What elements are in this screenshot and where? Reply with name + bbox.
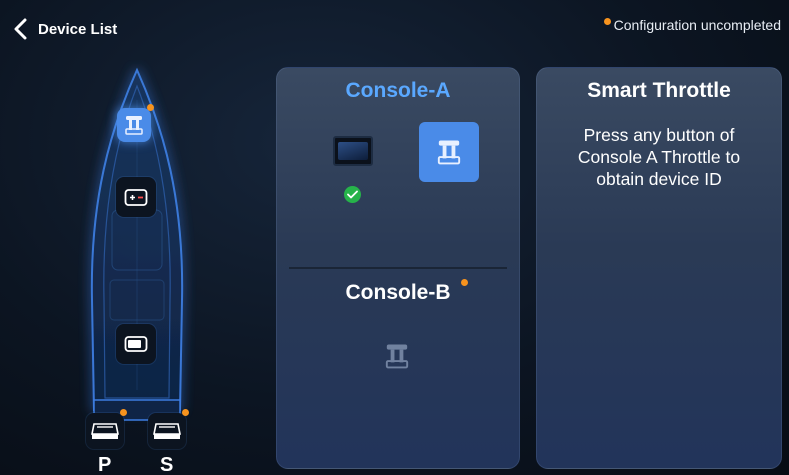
- throttle-icon: [437, 140, 461, 165]
- boat-device-battery[interactable]: [116, 177, 156, 217]
- smart-throttle-message: Press any button of Console A Throttle t…: [577, 125, 741, 189]
- console-a-throttle-device[interactable]: [419, 122, 479, 182]
- console-b-title-text: Console-B: [345, 281, 451, 304]
- back-button[interactable]: Device List: [12, 14, 117, 44]
- chevron-left-icon: [14, 18, 27, 40]
- pending-dot: [147, 104, 154, 111]
- back-label: Device List: [38, 20, 118, 38]
- boat-device-starboard-engine[interactable]: [148, 409, 189, 449]
- status-text: Configuration uncompleted: [613, 17, 781, 33]
- throttle-icon: [125, 116, 143, 135]
- display-icon: [124, 336, 148, 352]
- boat-diagram: P S: [70, 60, 240, 475]
- pending-dot: [461, 279, 468, 286]
- starboard-label: S: [160, 454, 174, 475]
- boat-device-display[interactable]: [116, 324, 156, 364]
- pending-dot: [603, 18, 611, 25]
- console-b-throttle-device[interactable]: [377, 336, 417, 376]
- battery-plus-minus-icon: [124, 189, 148, 206]
- display-screen-icon: [338, 142, 368, 160]
- pending-dot: [120, 409, 127, 416]
- outboard-engine-icon: [91, 423, 119, 439]
- check-icon: [344, 186, 361, 203]
- console-panel: Console-A Console-B: [276, 67, 520, 469]
- console-divider: [289, 267, 507, 269]
- configuration-status: Configuration uncompleted: [603, 17, 781, 33]
- boat-hull: [90, 67, 184, 421]
- smart-throttle-title: Smart Throttle: [587, 79, 731, 102]
- throttle-icon: [385, 344, 409, 369]
- console-b-title: Console-B: [277, 279, 519, 305]
- boat-device-port-engine[interactable]: [86, 409, 127, 449]
- console-a-display-device[interactable]: [333, 136, 373, 166]
- boat-device-throttle[interactable]: [117, 104, 154, 142]
- outboard-engine-icon: [153, 423, 181, 439]
- pending-dot: [182, 409, 189, 416]
- smart-throttle-panel: Smart Throttle Press any button of Conso…: [536, 67, 782, 469]
- console-a-title: Console-A: [345, 79, 451, 102]
- port-label: P: [98, 454, 112, 475]
